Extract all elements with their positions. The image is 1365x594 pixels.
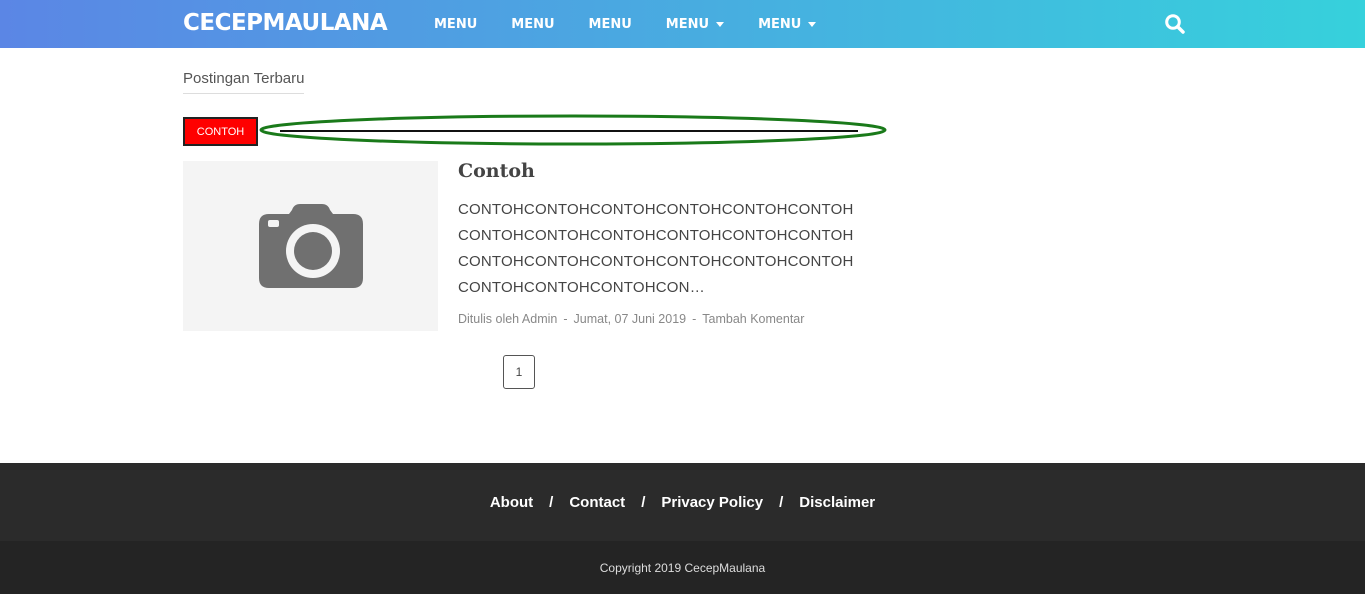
post-title-link[interactable]: Contoh — [458, 160, 535, 182]
footer-link-contact[interactable]: Contact — [569, 494, 625, 511]
nav-menu-5-dropdown[interactable]: MENU — [758, 16, 817, 32]
footer-link-disclaimer[interactable]: Disclaimer — [799, 494, 875, 511]
post-date: Jumat, 07 Juni 2019 — [573, 312, 687, 326]
search-icon[interactable] — [1164, 13, 1186, 35]
annotation-ellipse — [258, 112, 888, 152]
main-nav: MENU MENU MENU MENU MENU — [434, 0, 850, 48]
footer-link-about[interactable]: About — [490, 494, 533, 511]
meta-separator: - — [563, 312, 568, 326]
site-brand[interactable]: CECEPMAULANA — [183, 10, 388, 36]
post-author: Ditulis oleh Admin — [458, 312, 558, 326]
nav-menu-label: MENU — [511, 16, 555, 32]
footer-separator: / — [549, 493, 554, 511]
nav-menu-label: MENU — [434, 16, 478, 32]
pagination-page-1[interactable]: 1 — [503, 355, 535, 389]
camera-icon — [258, 204, 363, 288]
nav-menu-label: MENU — [758, 16, 802, 32]
tag-label-button[interactable]: CONTOH — [183, 117, 258, 146]
post-comments-link[interactable]: Tambah Komentar — [702, 312, 804, 326]
post-excerpt: CONTOHCONTOHCONTOHCONTOHCONTOHCONTOHCONT… — [458, 201, 854, 296]
footer-separator: / — [779, 493, 784, 511]
nav-menu-2[interactable]: MENU — [511, 17, 554, 32]
nav-menu-4-dropdown[interactable]: MENU — [665, 16, 725, 32]
footer-copyright: Copyright 2019 CecepMaulana — [0, 541, 1365, 594]
nav-menu-label: MENU — [588, 16, 632, 32]
chevron-down-icon — [716, 21, 725, 27]
footer-links: About / Contact / Privacy Policy / Discl… — [0, 463, 1365, 541]
post-thumbnail[interactable] — [183, 161, 438, 331]
nav-menu-label: MENU — [665, 16, 710, 32]
nav-menu-3[interactable]: MENU — [589, 17, 632, 32]
site-header: CECEPMAULANA MENU MENU MENU MENU MENU — [0, 0, 1365, 48]
chevron-down-icon — [808, 21, 817, 27]
meta-separator: - — [692, 312, 697, 326]
post-meta: Ditulis oleh Admin - Jumat, 07 Juni 2019… — [458, 312, 804, 326]
nav-menu-1[interactable]: MENU — [434, 17, 477, 32]
footer-link-privacy-policy[interactable]: Privacy Policy — [661, 494, 763, 511]
footer-separator: / — [641, 493, 646, 511]
section-title: Postingan Terbaru — [183, 70, 305, 94]
